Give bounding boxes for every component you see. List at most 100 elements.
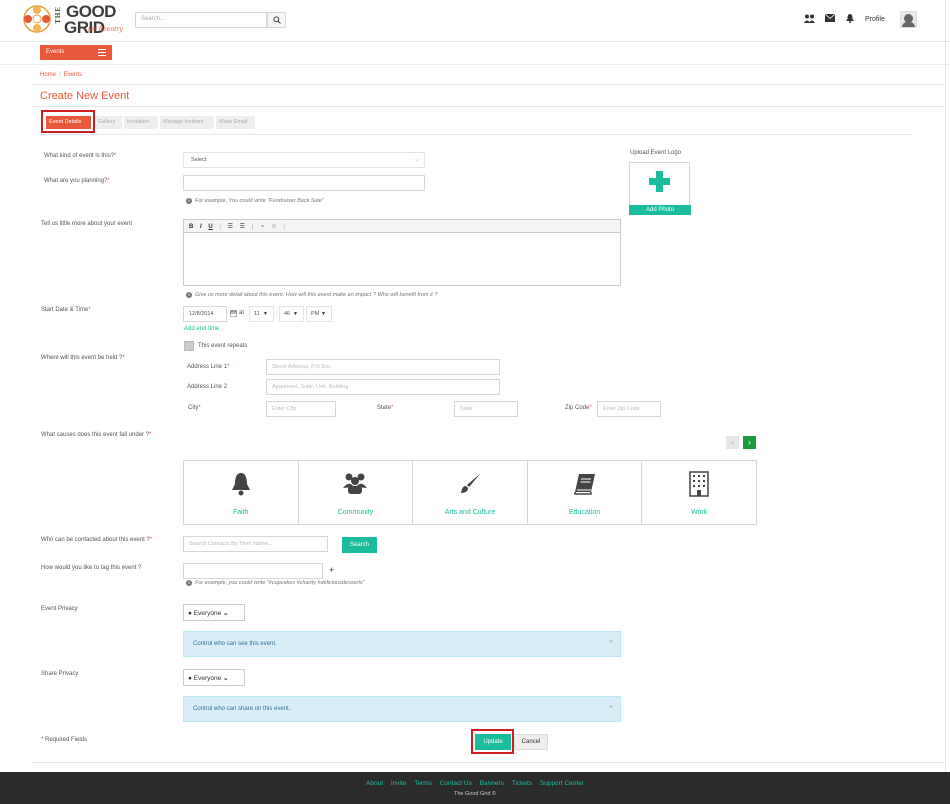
breadcrumb-separator: / — [59, 72, 61, 78]
link-button[interactable]: ⚭ — [260, 224, 265, 230]
zip-input[interactable]: Enter Zip Code — [597, 401, 661, 417]
planning-label: What are you planning?* — [44, 178, 110, 184]
cause-work[interactable]: Work — [642, 461, 756, 524]
tag-input[interactable] — [183, 563, 323, 579]
zip-label-text: Zip Code — [565, 405, 590, 411]
upload-logo-label: Upload Event Logo — [630, 150, 682, 156]
more-label: Tell us little more about your event — [41, 221, 133, 227]
breadcrumb: Home / Events — [40, 72, 82, 78]
ampm-select[interactable]: PM ▼ — [306, 306, 332, 322]
event-privacy-dropdown[interactable]: ● Everyone ⌄ — [183, 604, 245, 621]
cause-arts-culture[interactable]: Arts and Culture — [413, 461, 528, 524]
hamburger-icon — [98, 49, 106, 56]
causes-prev-arrow[interactable]: ‹ — [726, 436, 739, 449]
breadcrumb-current[interactable]: Events — [64, 72, 82, 78]
breadcrumb-home[interactable]: Home — [40, 72, 56, 78]
time-colon: : — [276, 310, 278, 316]
ordered-list-button[interactable]: ☰ — [240, 224, 245, 230]
building-icon — [689, 471, 709, 497]
page-title: Create New Event — [40, 90, 130, 102]
close-icon[interactable]: × — [609, 639, 613, 646]
cause-faith[interactable]: Faith — [184, 461, 299, 524]
logo-the-text: THE — [54, 6, 62, 24]
bell-icon[interactable] — [846, 14, 854, 23]
state-label: State* — [377, 405, 393, 411]
share-privacy-label: Share Privacy — [41, 671, 79, 677]
required-mark: * — [107, 178, 110, 184]
city-input[interactable]: Enter City — [266, 401, 336, 417]
cause-education[interactable]: Education — [528, 461, 643, 524]
event-privacy-label: Event Privacy — [41, 606, 78, 612]
causes-label-text: What causes does this event fall under ? — [41, 432, 150, 438]
tab-manage-invitees[interactable]: Manage Invitees — [160, 116, 214, 129]
footer-link-about[interactable]: About — [366, 780, 383, 787]
event-privacy-value: Everyone — [193, 610, 222, 617]
upload-logo-box[interactable]: Add Photo — [629, 162, 691, 215]
where-label-text: Where will this event be held ? — [41, 355, 123, 361]
minute-select[interactable]: 46 ▼ — [279, 306, 304, 322]
avatar[interactable] — [900, 11, 917, 28]
bold-button[interactable]: B — [189, 224, 193, 230]
cancel-button[interactable]: Cancel — [514, 734, 548, 750]
address1-input[interactable]: Street Address, P.O Box — [266, 359, 500, 375]
city-label-text: City — [188, 405, 199, 411]
event-kind-select[interactable]: Select ⌵ — [183, 152, 425, 168]
cause-faith-label: Faith — [233, 509, 249, 516]
required-mark: * — [198, 405, 201, 411]
profile-link[interactable]: Profile — [865, 16, 885, 23]
event-name-input[interactable] — [183, 175, 425, 191]
unordered-list-button[interactable]: ☰ — [228, 224, 233, 230]
more-hint-text: Give us more detail about this event, Ho… — [195, 292, 438, 298]
logo-flower-icon[interactable] — [22, 4, 52, 34]
tab-gallery[interactable]: Gallery — [95, 116, 122, 129]
tab-invitation[interactable]: Invitation — [124, 116, 158, 129]
globe-icon: ● — [188, 610, 192, 617]
underline-button[interactable]: U — [208, 224, 212, 230]
planning-label-text: What are you planning? — [44, 178, 108, 184]
friends-icon[interactable] — [804, 14, 815, 23]
kind-label-text: What kind of event is this? — [44, 153, 115, 159]
state-input[interactable]: State — [454, 401, 518, 417]
close-icon[interactable]: × — [609, 704, 613, 711]
caret-down-icon: ▼ — [293, 311, 298, 317]
add-photo-button[interactable]: Add Photo — [629, 205, 691, 215]
where-label: Where will this event be held ?* — [41, 355, 125, 361]
events-menu-button[interactable]: Events — [40, 45, 112, 60]
footer-link-tickets[interactable]: Tickets — [512, 780, 532, 787]
mail-icon[interactable] — [825, 14, 835, 22]
kind-label: What kind of event is this?* — [44, 153, 116, 159]
info-icon: i — [186, 580, 192, 586]
contact-search-button[interactable]: Search — [342, 537, 377, 553]
add-tag-plus-icon[interactable]: + — [329, 565, 334, 575]
hour-select[interactable]: 11 ▼ — [249, 306, 274, 322]
description-editor[interactable]: B I U | ☰ ☰ | ⚭ ⊘ | — [183, 219, 621, 286]
share-privacy-dropdown[interactable]: ● Everyone ⌄ — [183, 669, 245, 686]
book-icon — [573, 474, 595, 495]
footer-link-support-center[interactable]: Support Center — [540, 780, 584, 787]
plus-icon-bar — [649, 178, 670, 185]
contact-search-input[interactable]: Search Contacts By Their Name... — [183, 536, 328, 552]
header-search-input[interactable]: Search... — [135, 12, 267, 28]
add-end-time-link[interactable]: Add end time — [184, 326, 219, 332]
footer-link-contact-us[interactable]: Contact Us — [440, 780, 472, 787]
required-fields-note: * Required Fields — [41, 737, 88, 743]
repeats-checkbox[interactable] — [184, 341, 194, 351]
footer-link-terms[interactable]: Terms — [414, 780, 432, 787]
divider — [32, 84, 945, 85]
causes-next-arrow[interactable]: › — [743, 436, 756, 449]
cause-community[interactable]: Community — [299, 461, 414, 524]
top-header: THE GOOD GRID for Reentry Search... Prof… — [0, 0, 950, 42]
start-date-input[interactable]: 12/8/2014 — [183, 306, 227, 322]
required-mark: * — [227, 364, 230, 370]
calendar-icon[interactable] — [230, 310, 237, 317]
cause-community-label: Community — [337, 509, 374, 516]
search-icon — [272, 16, 281, 24]
unlink-button[interactable]: ⊘ — [272, 224, 277, 230]
start-date-label-text: Start Date & Time — [41, 307, 89, 313]
tab-mass-email[interactable]: Mass Email — [216, 116, 255, 129]
footer-link-banners[interactable]: Banners — [480, 780, 504, 787]
address2-input[interactable]: Apartment, Suite, Unit, Building — [266, 379, 500, 395]
header-search-button[interactable] — [267, 12, 286, 28]
footer-link-invite[interactable]: Invite — [391, 780, 407, 787]
italic-button[interactable]: I — [200, 224, 202, 230]
